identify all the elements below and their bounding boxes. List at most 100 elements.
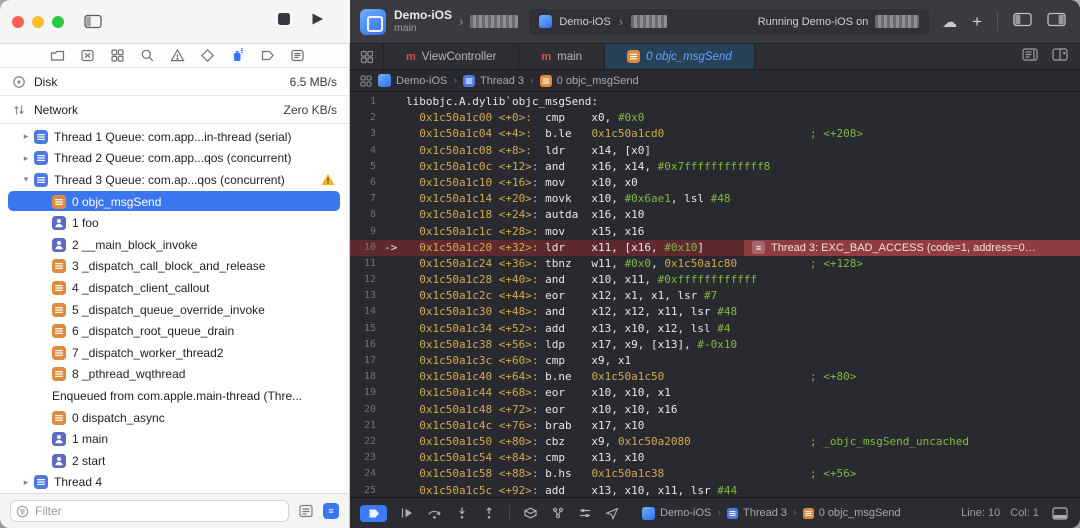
line-number[interactable]: 3	[350, 126, 384, 142]
stack-frame-row[interactable]: 1 foo	[0, 212, 349, 234]
line-number[interactable]: 5	[350, 159, 384, 175]
add-button[interactable]: +	[972, 13, 982, 30]
disclosure-collapsed-icon[interactable]: ▸	[18, 477, 34, 488]
filter-input[interactable]	[11, 503, 288, 519]
step-over-button[interactable]	[427, 506, 442, 520]
debug-gauge-disk[interactable]: Disk 6.5 MB/s	[0, 68, 349, 96]
hide-navigator-panel-icon[interactable]	[1013, 12, 1032, 32]
thread-row[interactable]: ▾ Thread 3 Queue: com.ap...qos (concurren…	[0, 169, 349, 191]
stack-frame-row[interactable]: 0 dispatch_async	[0, 407, 349, 429]
view-debugger-icon[interactable]	[523, 506, 538, 520]
report-navigator-icon[interactable]	[290, 48, 305, 63]
disclosure-collapsed-icon[interactable]: ▸	[18, 131, 34, 142]
stack-frame-row[interactable]: 8 _pthread_wqthread	[0, 364, 349, 386]
line-number[interactable]: 16	[350, 337, 384, 353]
line-number[interactable]: 23	[350, 450, 384, 466]
line-number[interactable]: 7	[350, 191, 384, 207]
breadcrumb-item[interactable]: 0 objc_msgSend	[539, 74, 639, 87]
tab-overview-icon[interactable]	[350, 44, 384, 69]
simulate-location-icon[interactable]	[605, 506, 619, 520]
editor-options-icon[interactable]	[1022, 47, 1038, 66]
breadcrumb-item[interactable]: Thread 3	[463, 74, 524, 87]
stack-frame-row[interactable]: 2 start	[0, 450, 349, 472]
breakpoints-toggle-button[interactable]	[360, 504, 387, 522]
project-navigator-icon[interactable]	[50, 48, 65, 63]
filter-badge-icon[interactable]: ≡	[323, 503, 339, 519]
source-control-navigator-icon[interactable]	[80, 48, 95, 63]
line-number[interactable]: 8	[350, 207, 384, 223]
scheme-selector[interactable]: Demo-iOS main	[394, 9, 452, 35]
code-line[interactable]: 12 0x1c50a1c28 <+40>: and x10, x11, #0xf…	[350, 272, 1080, 288]
destination-redacted[interactable]	[470, 15, 519, 28]
activity-view[interactable]: Demo-iOS › Running Demo-iOS on	[528, 7, 931, 36]
code-line[interactable]: 20 0x1c50a1c48 <+72>: eor x10, x10, x16	[350, 402, 1080, 418]
line-number[interactable]: 19	[350, 385, 384, 401]
memory-graph-icon[interactable]	[551, 506, 565, 520]
cloud-icon[interactable]: ☁	[942, 13, 957, 31]
line-number[interactable]: 1	[350, 94, 384, 110]
code-line[interactable]: 19 0x1c50a1c44 <+68>: eor x10, x10, x1	[350, 385, 1080, 401]
stack-frame-row[interactable]: 2 __main_block_invoke	[0, 234, 349, 256]
hide-inspector-panel-icon[interactable]	[1047, 12, 1066, 32]
environment-overrides-icon[interactable]	[578, 506, 592, 520]
zoom-window-button[interactable]	[52, 15, 64, 28]
code-line[interactable]: 8 0x1c50a1c18 <+24>: autda x16, x10	[350, 207, 1080, 223]
breadcrumb-item[interactable]: Demo-iOS	[378, 74, 447, 87]
filter-field[interactable]	[10, 500, 289, 522]
enqueued-section-row[interactable]: Enqueued from com.apple.main-thread (Thr…	[0, 385, 349, 407]
line-number[interactable]: 24	[350, 466, 384, 482]
line-number[interactable]: 6	[350, 175, 384, 191]
line-number[interactable]: 11	[350, 256, 384, 272]
symbol-navigator-icon[interactable]	[110, 48, 125, 63]
stack-frame-row[interactable]: 4 _dispatch_client_callout	[0, 277, 349, 299]
code-line[interactable]: 6 0x1c50a1c10 <+16>: mov x10, x0	[350, 175, 1080, 191]
line-number[interactable]: 14	[350, 304, 384, 320]
stack-frame-row[interactable]: 7 _dispatch_worker_thread2	[0, 342, 349, 364]
line-number[interactable]: 15	[350, 321, 384, 337]
line-number[interactable]: 2	[350, 110, 384, 126]
run-button[interactable]	[311, 12, 324, 31]
code-line[interactable]: 25 0x1c50a1c5c <+92>: add x13, x10, x11,…	[350, 483, 1080, 498]
breakpoint-navigator-icon[interactable]	[260, 48, 275, 63]
disclosure-expanded-icon[interactable]: ▾	[18, 174, 34, 185]
crash-annotation[interactable]: ≡ Thread 3: EXC_BAD_ACCESS (code=1, addre…	[744, 239, 1080, 256]
code-line[interactable]: 11 0x1c50a1c24 <+36>: tbnz w11, #0x0, 0x…	[350, 256, 1080, 272]
toggle-navigator-icon[interactable]	[84, 14, 102, 29]
line-number[interactable]: 4	[350, 143, 384, 159]
tab[interactable]: m ViewController	[384, 44, 520, 69]
minimize-window-button[interactable]	[32, 15, 44, 28]
continue-button[interactable]	[400, 506, 414, 520]
code-line[interactable]: 2 0x1c50a1c00 <+0>: cmp x0, #0x0	[350, 110, 1080, 126]
breadcrumb-item[interactable]: Thread 3	[727, 507, 787, 519]
test-navigator-icon[interactable]	[200, 48, 215, 63]
code-line[interactable]: 7 0x1c50a1c14 <+20>: movk x10, #0x6ae1, …	[350, 191, 1080, 207]
code-line[interactable]: 23 0x1c50a1c54 <+84>: cmp x13, x10	[350, 450, 1080, 466]
code-line[interactable]: 24 0x1c50a1c58 <+88>: b.hs 0x1c50a1c38 ;…	[350, 466, 1080, 482]
line-number[interactable]: 25	[350, 483, 384, 498]
stop-button[interactable]	[277, 12, 291, 31]
line-number[interactable]: 9	[350, 224, 384, 240]
stack-frame-row[interactable]: 0 objc_msgSend	[0, 190, 349, 213]
stack-frame-row[interactable]: 3 _dispatch_call_block_and_release	[0, 256, 349, 278]
breadcrumb-item[interactable]: 0 objc_msgSend	[802, 507, 901, 519]
line-number[interactable]: 12	[350, 272, 384, 288]
issue-navigator-icon[interactable]	[170, 48, 185, 63]
line-number[interactable]: 10	[350, 240, 384, 256]
close-window-button[interactable]	[12, 15, 24, 28]
line-number[interactable]: 22	[350, 434, 384, 450]
debug-gauge-network[interactable]: Network Zero KB/s	[0, 96, 349, 124]
code-line[interactable]: 22 0x1c50a1c50 <+80>: cbz x9, 0x1c50a208…	[350, 434, 1080, 450]
code-line[interactable]: 17 0x1c50a1c3c <+60>: cmp x9, x1	[350, 353, 1080, 369]
thread-row[interactable]: ▸ Thread 4	[0, 472, 349, 494]
code-line[interactable]: 5 0x1c50a1c0c <+12>: and x16, x14, #0x7f…	[350, 159, 1080, 175]
thread-row[interactable]: ▸ Thread 2 Queue: com.app...qos (concurre…	[0, 148, 349, 170]
stack-frame-row[interactable]: 5 _dispatch_queue_override_invoke	[0, 299, 349, 321]
code-line[interactable]: 21 0x1c50a1c4c <+76>: brab x17, x10	[350, 418, 1080, 434]
line-number[interactable]: 17	[350, 353, 384, 369]
thread-row[interactable]: ▸ Thread 1 Queue: com.app...in-thread (se…	[0, 126, 349, 148]
line-number[interactable]: 20	[350, 402, 384, 418]
debug-navigator-icon[interactable]	[230, 48, 245, 63]
view-options-icon[interactable]	[298, 503, 314, 519]
add-editor-icon[interactable]	[1052, 47, 1068, 66]
stack-frame-row[interactable]: 6 _dispatch_root_queue_drain	[0, 320, 349, 342]
